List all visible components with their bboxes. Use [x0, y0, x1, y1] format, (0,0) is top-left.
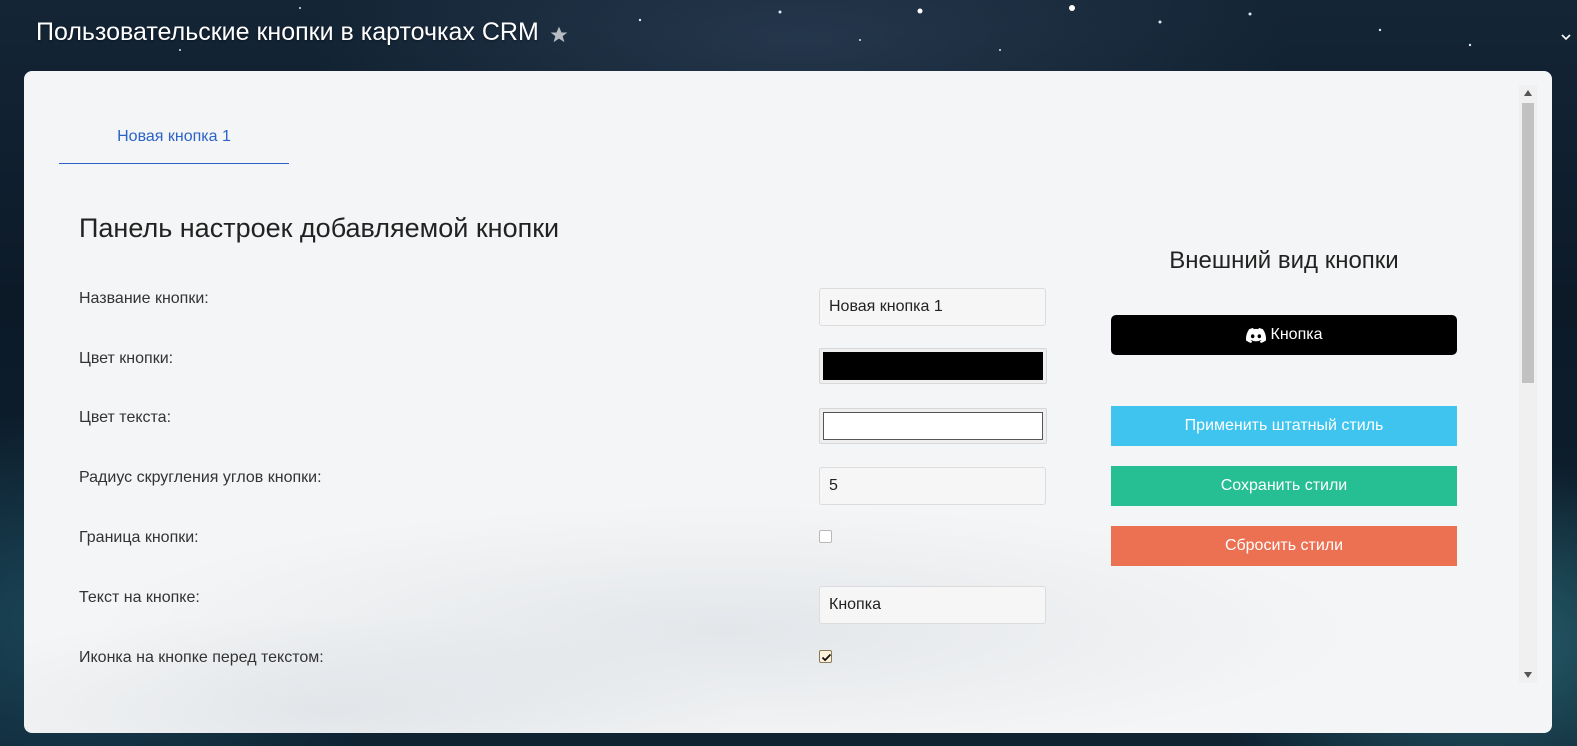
- button-text-input[interactable]: [819, 586, 1046, 624]
- text-color-picker[interactable]: [819, 408, 1047, 444]
- button-name-label: Название кнопки:: [79, 290, 209, 307]
- border-checkbox[interactable]: [819, 530, 832, 543]
- text-color-label: Цвет текста:: [79, 409, 172, 426]
- checkmark-icon: [821, 653, 832, 662]
- chevron-down-icon[interactable]: [1559, 30, 1573, 44]
- apply-default-style-button[interactable]: Применить штатный стиль: [1111, 406, 1457, 446]
- icon-label: Иконка на кнопке перед текстом:: [79, 649, 324, 666]
- radius-input[interactable]: [819, 467, 1046, 505]
- save-styles-button[interactable]: Сохранить стили: [1111, 466, 1457, 506]
- preview-title: Внешний вид кнопки: [1169, 247, 1399, 274]
- tab-new-button-1[interactable]: Новая кнопка 1: [59, 111, 289, 164]
- button-color-label: Цвет кнопки:: [79, 350, 174, 367]
- tab-label: Новая кнопка 1: [117, 128, 231, 145]
- button-text-label: Текст на кнопке:: [79, 589, 200, 606]
- favorite-star-icon[interactable]: [549, 23, 569, 43]
- settings-panel: Новая кнопка 1 Панель настроек добавляем…: [24, 71, 1552, 733]
- settings-title: Панель настроек добавляемой кнопки: [79, 213, 560, 243]
- scrollbar-thumb[interactable]: [1522, 103, 1534, 383]
- preview-button[interactable]: Кнопка: [1111, 315, 1457, 355]
- page-title: Пользовательские кнопки в карточках CRM: [36, 18, 569, 47]
- button-color-picker[interactable]: [819, 348, 1047, 384]
- icon-checkbox[interactable]: [819, 650, 832, 663]
- button-color-fill: [823, 352, 1043, 380]
- discord-icon: [1245, 327, 1266, 343]
- reset-styles-button[interactable]: Сбросить стили: [1111, 526, 1457, 566]
- radius-label: Радиус скругления углов кнопки:: [79, 469, 322, 486]
- button-name-input[interactable]: [819, 288, 1046, 326]
- vertical-scrollbar[interactable]: [1519, 85, 1537, 683]
- scroll-up-arrow-icon[interactable]: [1519, 85, 1537, 101]
- border-label: Граница кнопки:: [79, 529, 199, 546]
- page-title-text: Пользовательские кнопки в карточках CRM: [36, 18, 539, 46]
- preview-button-label: Кнопка: [1270, 326, 1323, 343]
- text-color-fill: [823, 412, 1043, 440]
- scroll-down-arrow-icon[interactable]: [1519, 667, 1537, 683]
